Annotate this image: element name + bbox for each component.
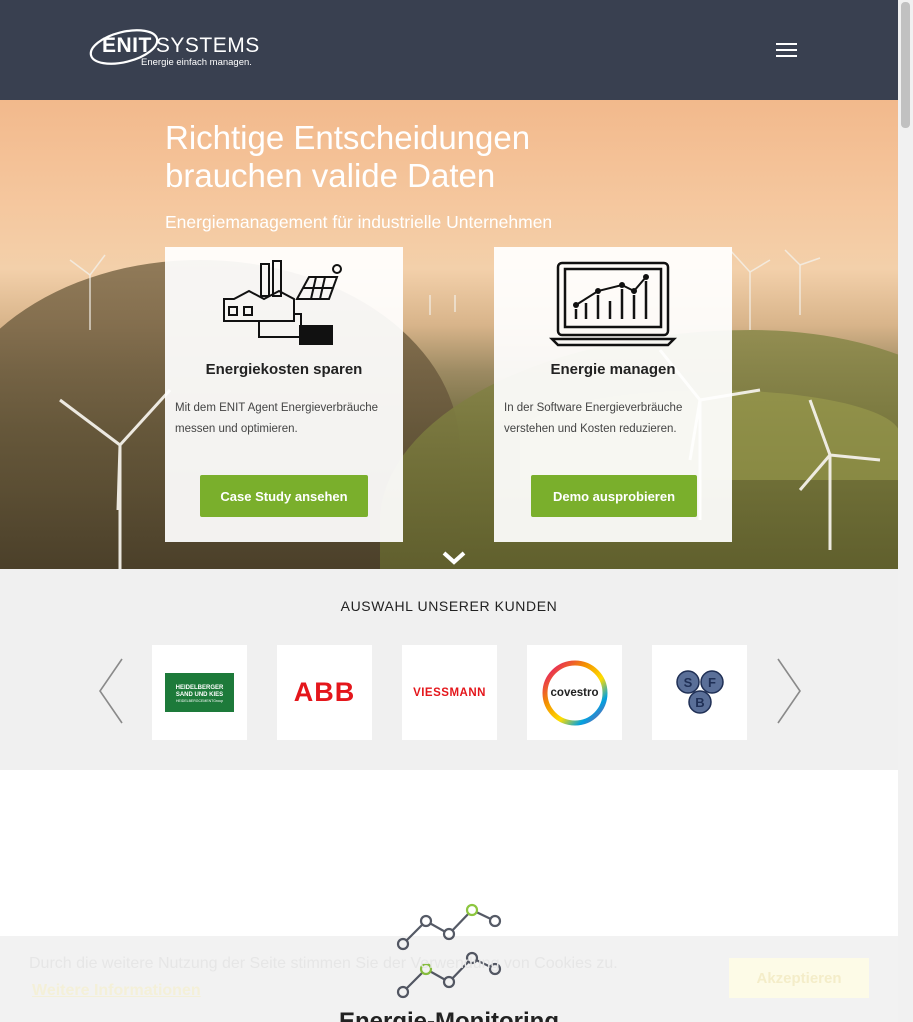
laptop-chart-icon xyxy=(548,261,678,347)
chevron-down-icon[interactable] xyxy=(441,550,467,566)
logo-wordmark: ENIT SYSTEMS xyxy=(102,34,260,58)
factory-solar-icon xyxy=(223,260,342,345)
card-text: Mit dem ENIT Agent Energieverbräuche mes… xyxy=(175,402,379,435)
heidelberger-line3: HEIDELBERGCEMENTGroup xyxy=(175,699,224,703)
hero-title: Richtige Entscheidungen brauchen valide D… xyxy=(165,119,765,195)
sfb-logo: S F B xyxy=(675,669,724,714)
page: ENIT SYSTEMS Energie einfach managen. Ri… xyxy=(0,0,913,1022)
chevron-left-icon[interactable] xyxy=(96,657,126,725)
page-scrollbar[interactable] xyxy=(898,0,913,1022)
page-content: ENIT SYSTEMS Energie einfach managen. Ri… xyxy=(0,0,898,1022)
sfb-letter-f: F xyxy=(708,675,716,690)
customer-logo-heidelberger[interactable]: HEIDELBERGER SAND UND KIES HEIDELBERGCEM… xyxy=(152,645,247,740)
customers-section: AUSWAHL UNSERER KUNDEN HEIDELBERGER SAND… xyxy=(0,569,898,770)
hero-title-line2: brauchen valide Daten xyxy=(165,157,496,194)
hero-subtitle: Energiemanagement für industrielle Unter… xyxy=(165,212,553,232)
demo-button[interactable]: Demo ausprobieren xyxy=(531,475,697,517)
heidelberger-line1: HEIDELBERGER xyxy=(175,685,224,691)
cookie-message: Durch die weitere Nutzung der Seite stim… xyxy=(29,955,618,972)
heidelberger-line2: SAND UND KIES xyxy=(175,692,224,698)
abb-logo: ABB xyxy=(293,677,356,707)
heidelberger-logo: HEIDELBERGER SAND UND KIES HEIDELBERGCEM… xyxy=(165,673,234,712)
viessmann-logo: VIESSMANN xyxy=(413,686,486,699)
customer-logo-covestro[interactable]: covestro xyxy=(527,645,622,740)
chevron-right-icon[interactable] xyxy=(774,657,804,725)
case-study-button[interactable]: Case Study ansehen xyxy=(200,475,368,517)
sfb-letter-b: B xyxy=(695,695,704,710)
customer-logo-sfb[interactable]: S F B xyxy=(652,645,747,740)
logo-brand-bold: ENIT xyxy=(102,34,152,57)
logo-brand-light: SYSTEMS xyxy=(155,34,260,57)
card-energy-management: Energie managen In der Software Energiev… xyxy=(494,247,732,542)
customers-title: AUSWAHL UNSERER KUNDEN xyxy=(340,598,558,614)
logo-tagline: Energie einfach managen. xyxy=(141,57,252,68)
card-title: Energie managen xyxy=(550,361,676,378)
cookie-more-info-link[interactable]: Weitere Informationen xyxy=(32,982,201,1000)
hamburger-menu-icon[interactable] xyxy=(774,40,800,60)
customer-logo-abb[interactable]: ABB xyxy=(277,645,372,740)
covestro-logo: covestro xyxy=(550,686,599,699)
site-header: ENIT SYSTEMS Energie einfach managen. xyxy=(0,0,898,100)
card-title: Energiekosten sparen xyxy=(205,361,363,378)
scrollbar-thumb[interactable] xyxy=(901,2,910,128)
hero-section: Richtige Entscheidungen brauchen valide D… xyxy=(0,100,898,569)
customer-logo-viessmann[interactable]: VIESSMANN xyxy=(402,645,497,740)
enit-systems-logo[interactable]: ENIT SYSTEMS Energie einfach managen. xyxy=(88,24,260,74)
card-energy-savings: Energiekosten sparen Mit dem ENIT Agent … xyxy=(165,247,403,542)
cookie-banner: Durch die weitere Nutzung der Seite stim… xyxy=(0,936,898,1022)
sfb-letter-s: S xyxy=(683,675,692,690)
cookie-accept-button[interactable]: Akzeptieren xyxy=(729,958,869,998)
card-text: In der Software Energieverbräuche verste… xyxy=(504,402,683,435)
hero-title-line1: Richtige Entscheidungen xyxy=(165,119,531,156)
